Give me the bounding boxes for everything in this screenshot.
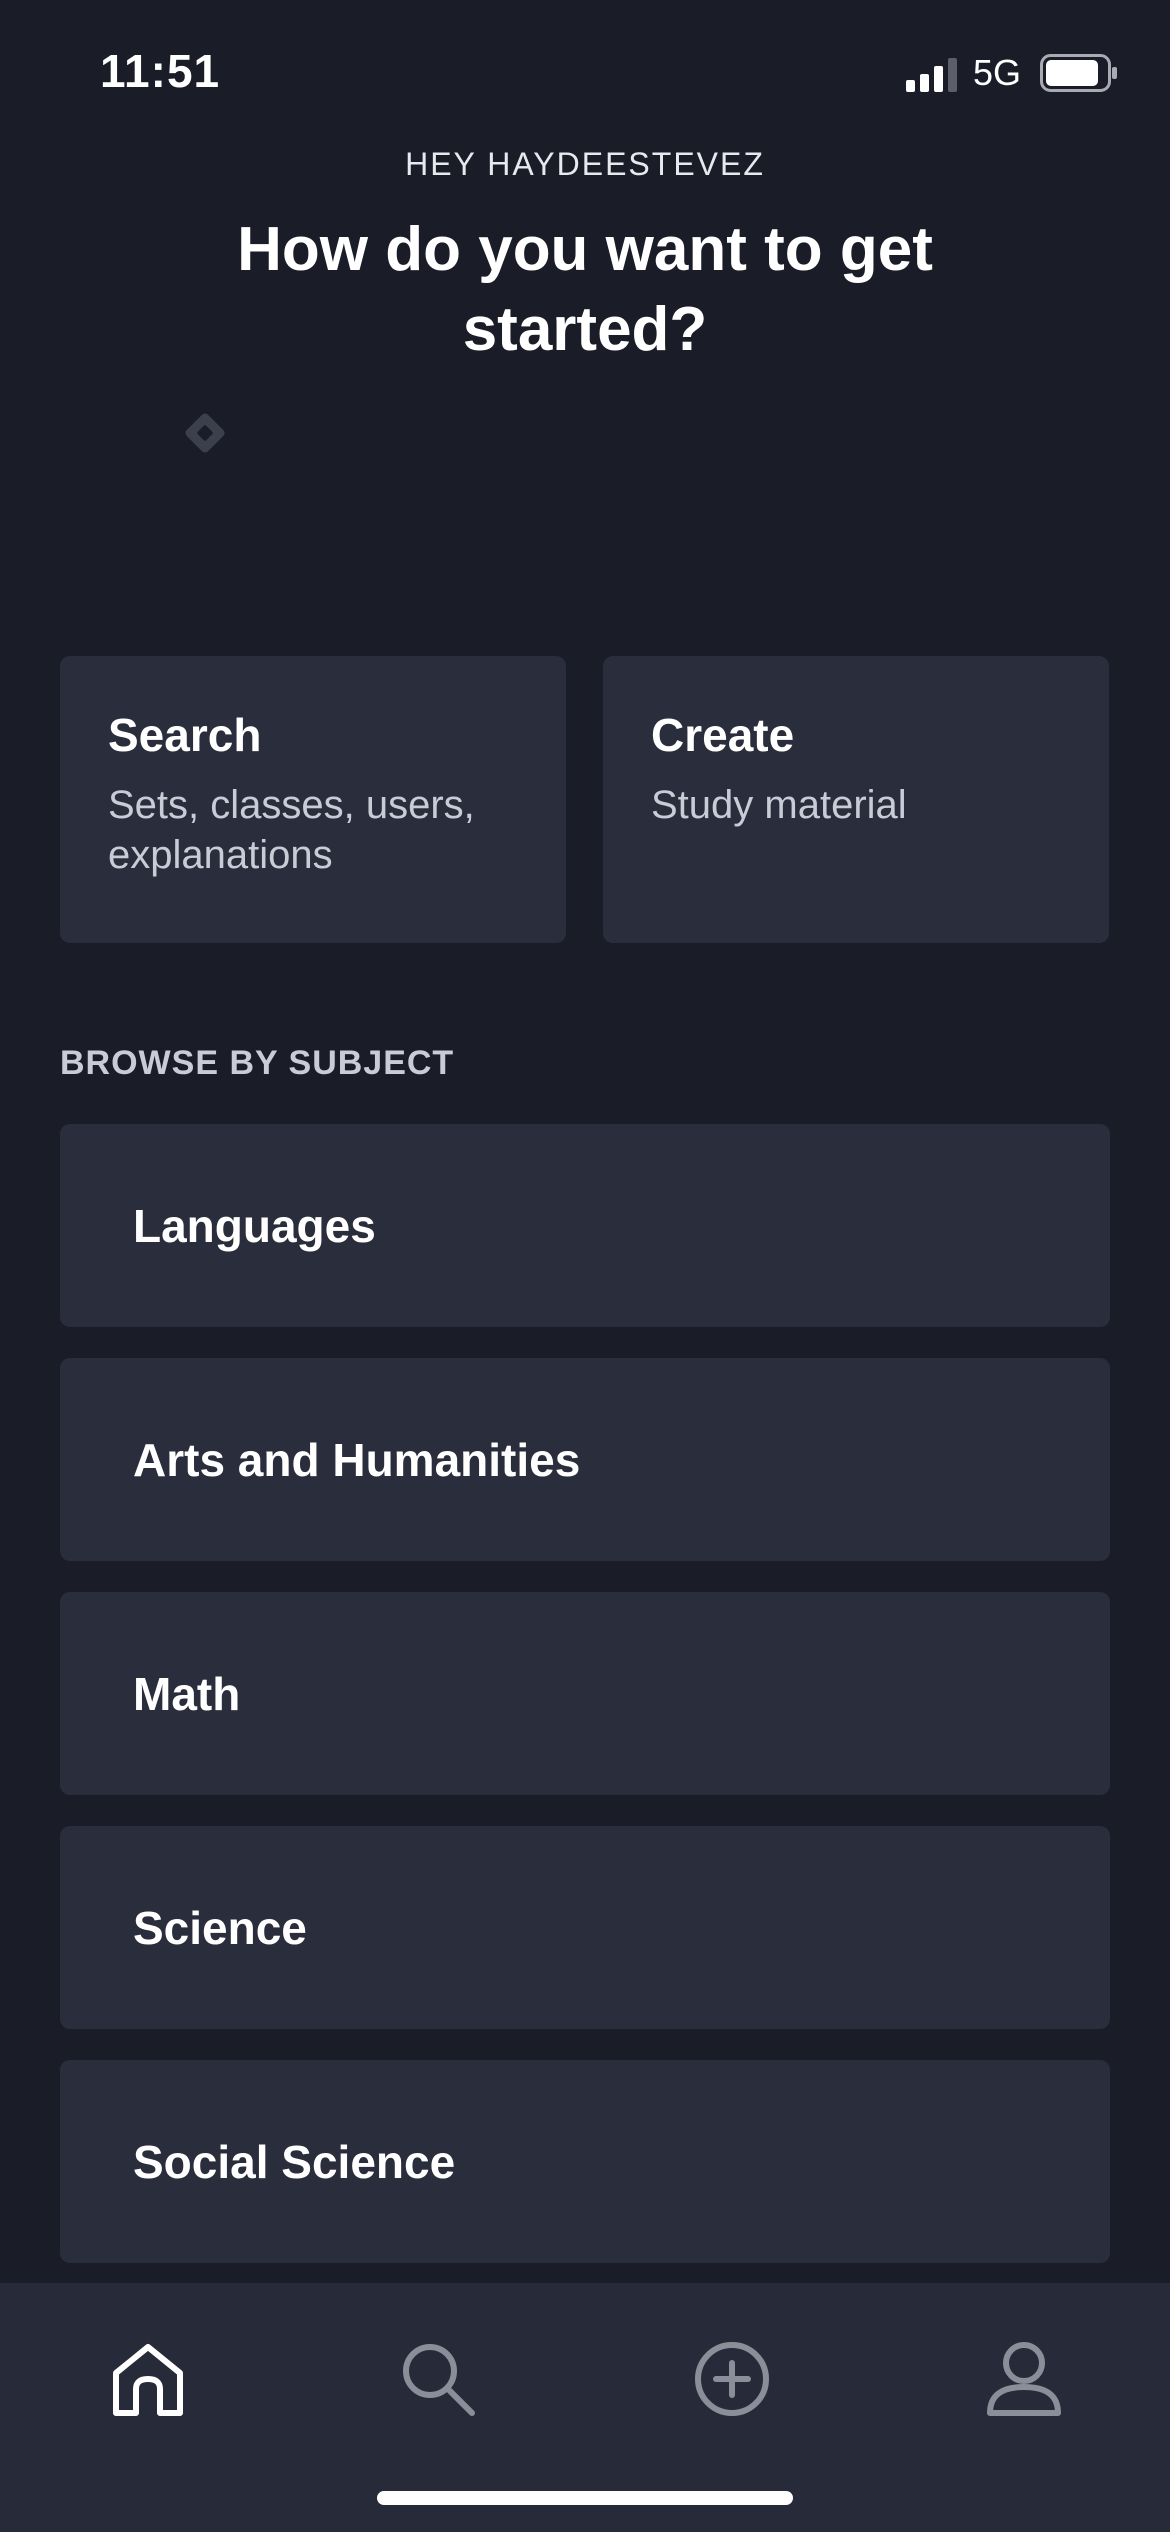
status-time: 11:51 xyxy=(100,45,221,97)
create-card-title: Create xyxy=(651,709,795,761)
subject-social-science[interactable]: Social Science xyxy=(60,2060,1110,2263)
subject-list: Languages Arts and Humanities Math Scien… xyxy=(60,1124,1110,2294)
status-bar: 11:51 5G xyxy=(0,0,1170,150)
create-card-subtitle: Study material xyxy=(651,783,907,827)
subject-science[interactable]: Science xyxy=(60,1826,1110,2029)
diamond-icon xyxy=(185,413,225,453)
profile-icon xyxy=(987,2342,1061,2416)
browse-section-label: BROWSE BY SUBJECT xyxy=(60,1044,455,1082)
tab-profile[interactable] xyxy=(964,2319,1084,2439)
create-card[interactable]: Create Study material xyxy=(603,656,1109,943)
page-title: How do you want to get started? xyxy=(237,215,933,364)
add-circle-icon xyxy=(695,2342,769,2416)
home-icon xyxy=(113,2344,183,2416)
home-indicator xyxy=(377,2491,793,2505)
search-card-subtitle: Sets, classes, users, explanations xyxy=(108,783,475,877)
subject-languages[interactable]: Languages xyxy=(60,1124,1110,1327)
tab-search[interactable] xyxy=(378,2319,498,2439)
greeting-text: HEY HAYDEESTEVEZ xyxy=(405,146,765,182)
subject-math[interactable]: Math xyxy=(60,1592,1110,1795)
network-label: 5G xyxy=(973,52,1022,93)
battery-icon xyxy=(1040,54,1117,92)
search-icon xyxy=(403,2344,475,2416)
search-card[interactable]: Search Sets, classes, users, explanation… xyxy=(60,656,566,943)
subject-arts-and-humanities[interactable]: Arts and Humanities xyxy=(60,1358,1110,1561)
tab-home[interactable] xyxy=(88,2319,208,2439)
search-card-title: Search xyxy=(108,709,262,761)
tab-create[interactable] xyxy=(672,2319,792,2439)
signal-icon xyxy=(906,58,957,92)
